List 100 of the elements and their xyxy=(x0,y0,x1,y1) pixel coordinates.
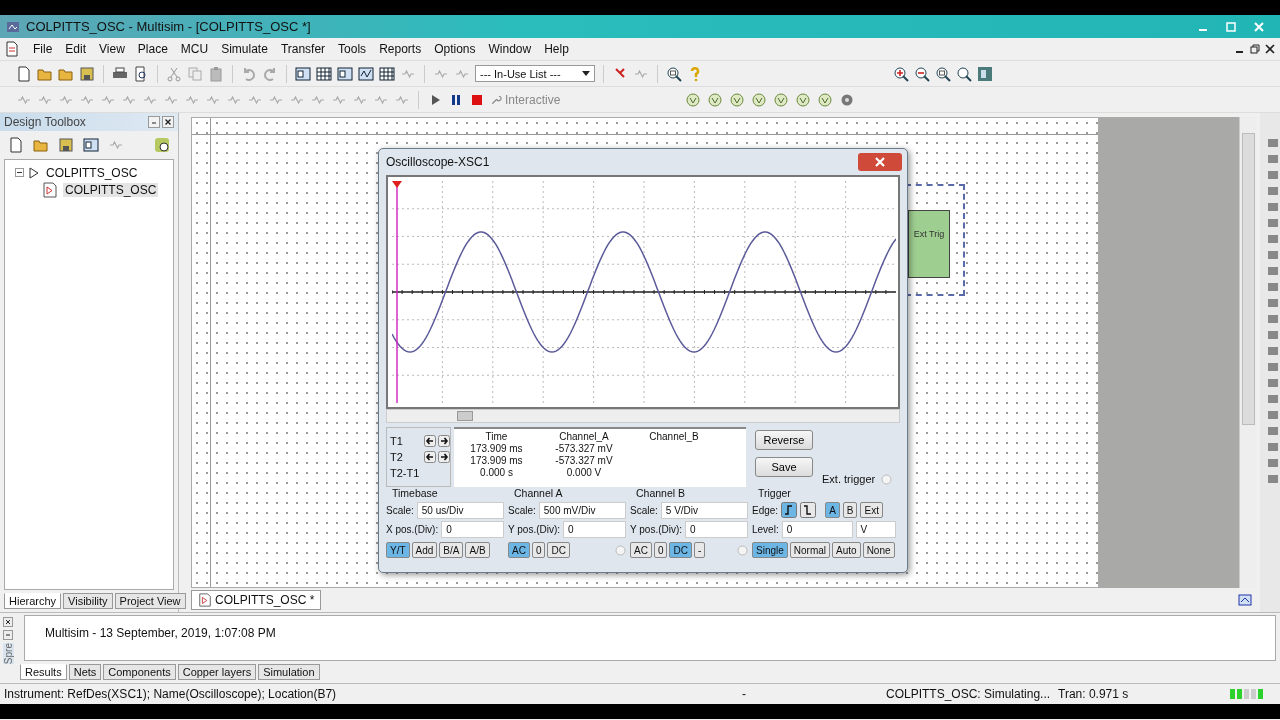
close-icon[interactable] xyxy=(3,617,13,627)
print-preview-icon[interactable] xyxy=(133,65,149,82)
panel-tab[interactable]: Results xyxy=(20,664,67,680)
mode-button[interactable]: AC xyxy=(630,542,652,558)
mode-button[interactable]: A/B xyxy=(465,542,490,558)
mode-button[interactable]: Y/T xyxy=(386,542,410,558)
horizontal-scrollbar[interactable] xyxy=(386,409,900,423)
menu-item[interactable]: Options xyxy=(434,42,476,56)
meter-icon[interactable] xyxy=(729,91,746,108)
scale-field[interactable]: 500 mV/Div xyxy=(538,501,626,519)
source-button[interactable]: B xyxy=(842,502,858,518)
zoom-area-icon[interactable] xyxy=(666,65,682,82)
navigator-icon[interactable] xyxy=(1238,593,1252,607)
right-arrow-icon[interactable] xyxy=(438,435,450,447)
position-field[interactable]: 0 xyxy=(685,520,748,538)
mode-button[interactable]: B/A xyxy=(439,542,464,558)
mode-button[interactable]: None xyxy=(862,542,895,558)
zoom-fit-icon[interactable] xyxy=(956,65,972,82)
radio-icon[interactable] xyxy=(737,544,748,556)
meter-icon[interactable] xyxy=(773,91,790,108)
level-field[interactable]: 0 xyxy=(781,520,853,538)
panel-tab[interactable]: Components xyxy=(103,664,176,680)
document-tab[interactable]: COLPITTS_OSC * xyxy=(191,590,322,610)
scale-field[interactable]: 50 us/Div xyxy=(416,501,504,519)
redo-icon[interactable] xyxy=(262,65,278,82)
falling-edge-icon[interactable] xyxy=(800,502,817,518)
radio-icon[interactable] xyxy=(615,544,626,556)
mode-button[interactable]: 0 xyxy=(531,542,546,558)
panel-tab[interactable]: Visibility xyxy=(63,593,113,609)
menu-item[interactable]: Place xyxy=(137,42,168,56)
menu-item[interactable]: Window xyxy=(488,42,532,56)
grid-icon[interactable] xyxy=(379,65,395,82)
window-icon[interactable] xyxy=(337,65,353,82)
source-button[interactable]: Ext xyxy=(860,502,883,518)
zoom-area-icon[interactable] xyxy=(935,65,951,82)
meter-icon[interactable] xyxy=(707,91,724,108)
menu-item[interactable]: View xyxy=(99,42,125,56)
zoom-out-icon[interactable] xyxy=(914,65,930,82)
left-arrow-icon[interactable] xyxy=(424,451,436,463)
oscilloscope-symbol[interactable]: Ext Trig xyxy=(908,210,950,278)
menu-item[interactable]: Simulate xyxy=(221,42,268,56)
menu-item[interactable]: Edit xyxy=(65,42,87,56)
menu-item[interactable]: Tools xyxy=(338,42,367,56)
mode-button[interactable]: Add xyxy=(411,542,438,558)
mode-button[interactable]: Single xyxy=(752,542,788,558)
undo-icon[interactable] xyxy=(241,65,257,82)
meter-icon[interactable] xyxy=(751,91,768,108)
save-icon[interactable] xyxy=(79,65,95,82)
meter-icon[interactable] xyxy=(685,91,702,108)
menu-item[interactable]: Transfer xyxy=(280,42,326,56)
caret-icon[interactable] xyxy=(582,70,590,77)
component-bin-drawing[interactable] xyxy=(1260,113,1280,612)
position-field[interactable]: 0 xyxy=(563,520,626,538)
menu-item[interactable]: File xyxy=(33,42,53,56)
new-file-icon[interactable] xyxy=(16,65,32,82)
mode-button[interactable]: AC xyxy=(508,542,530,558)
restore-icon[interactable] xyxy=(1249,43,1261,55)
new-file-icon[interactable] xyxy=(8,137,24,153)
radio-icon[interactable] xyxy=(881,474,893,485)
mode-button[interactable]: - xyxy=(693,542,706,558)
window-icon[interactable] xyxy=(83,137,99,153)
left-arrow-icon[interactable] xyxy=(424,435,436,447)
panel-tab[interactable]: Copper layers xyxy=(177,664,257,680)
mode-button[interactable]: 0 xyxy=(653,542,668,558)
mode-button[interactable]: DC xyxy=(669,542,692,558)
rising-edge-icon[interactable] xyxy=(781,502,798,518)
mode-button[interactable]: Normal xyxy=(789,542,831,558)
unit-field[interactable]: V xyxy=(855,520,896,538)
panel-tab[interactable]: Simulation xyxy=(258,664,320,680)
mode-button[interactable]: DC xyxy=(547,542,570,558)
cut-icon[interactable] xyxy=(166,65,182,82)
maximize-icon[interactable] xyxy=(1224,19,1238,34)
menu-item[interactable]: MCU xyxy=(180,42,209,56)
tree-item[interactable]: COLPITTS_OSC xyxy=(44,165,140,180)
panel-tab[interactable]: Hierarchy xyxy=(4,593,62,609)
tree-item[interactable]: COLPITTS_OSC xyxy=(63,182,159,197)
in-use-list-dropdown[interactable]: --- In-Use List --- xyxy=(475,65,595,82)
right-arrow-icon[interactable] xyxy=(438,451,450,463)
meter-icon[interactable] xyxy=(817,91,834,108)
grid-icon[interactable] xyxy=(316,65,332,82)
collapse-icon[interactable] xyxy=(15,168,24,177)
graph-icon[interactable] xyxy=(358,65,374,82)
paste-icon[interactable] xyxy=(208,65,224,82)
source-button[interactable]: A xyxy=(825,502,840,518)
close-icon[interactable] xyxy=(162,116,174,128)
open-folder-icon[interactable] xyxy=(33,137,49,153)
zoom-in-icon[interactable] xyxy=(893,65,909,82)
action-button[interactable]: Save xyxy=(755,457,813,477)
panel-tab[interactable]: Nets xyxy=(68,664,102,680)
document-icon[interactable] xyxy=(4,41,20,57)
schematic-canvas[interactable] xyxy=(191,117,1099,588)
position-field[interactable]: 0 xyxy=(441,520,504,538)
menu-item[interactable]: Reports xyxy=(379,42,422,56)
copy-icon[interactable] xyxy=(187,65,203,82)
window-icon[interactable] xyxy=(295,65,311,82)
menu-item[interactable]: Help xyxy=(544,42,569,56)
scale-field[interactable]: 5 V/Div xyxy=(660,501,748,519)
mode-button[interactable]: Auto xyxy=(832,542,861,558)
close-icon[interactable] xyxy=(1264,43,1276,55)
cursor-line[interactable] xyxy=(392,181,402,403)
